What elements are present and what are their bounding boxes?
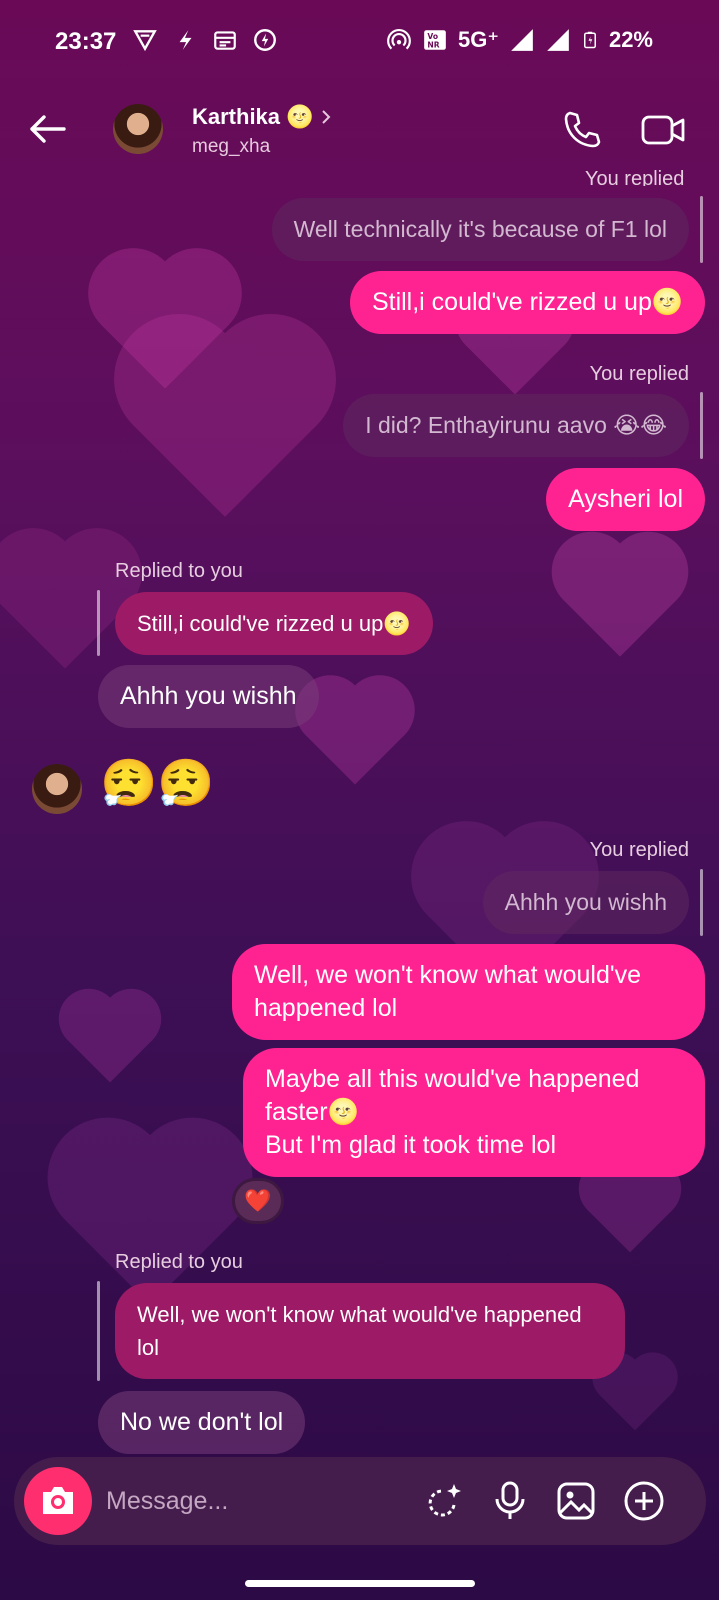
outgoing-message[interactable]: Aysheri lol — [546, 468, 705, 531]
network-type: 5G⁺ — [457, 27, 499, 52]
quoted-message[interactable]: I did? Enthayirunu aavo 😭😂 — [343, 394, 689, 457]
message-composer — [14, 1457, 706, 1545]
signal-icon — [511, 29, 533, 51]
quoted-message[interactable]: Still,i could've rizzed u up🌝 — [115, 592, 433, 655]
flash-app-icon — [179, 30, 192, 50]
outgoing-message[interactable]: Still,i could've rizzed u up🌝 — [349, 271, 705, 334]
incoming-message[interactable]: No we don't lol — [98, 1391, 306, 1454]
svg-text:NR: NR — [427, 41, 439, 50]
quote-bar — [700, 196, 703, 263]
signal-icon-2 — [547, 29, 569, 51]
back-arrow-icon[interactable] — [22, 104, 72, 154]
heart-reaction[interactable]: ❤️ — [232, 1178, 284, 1224]
camera-icon — [43, 1487, 73, 1514]
contact-name[interactable]: Karthika 🌝 — [192, 104, 333, 130]
message-line: But I'm glad it took time lol — [265, 1131, 557, 1159]
outgoing-message[interactable]: Well, we won't know what would've happen… — [232, 944, 705, 1040]
avatar[interactable] — [113, 104, 163, 154]
quoted-message[interactable]: Ahhh you wishh — [482, 871, 689, 934]
reply-label: You replied — [589, 363, 689, 385]
quote-bar — [97, 1281, 100, 1381]
message-input[interactable] — [106, 1479, 406, 1523]
reply-label: Replied to you — [115, 560, 243, 582]
gallery-icon[interactable] — [554, 1479, 598, 1523]
message-line: Maybe all this would've happened faster🌝 — [265, 1065, 640, 1126]
calendar-icon — [214, 31, 236, 50]
emoji-message[interactable]: 😮‍💨😮‍💨 — [100, 755, 215, 811]
quoted-message[interactable]: Well technically it's because of F1 lol — [271, 198, 689, 261]
quoted-message[interactable]: Well, we won't know what would've happen… — [115, 1283, 625, 1379]
charging-icon — [254, 29, 276, 51]
incoming-message[interactable]: Ahhh you wishh — [98, 665, 319, 728]
reply-label: You replied — [589, 839, 689, 861]
chevron-right-icon — [322, 110, 331, 124]
plus-icon[interactable] — [622, 1479, 666, 1523]
home-indicator[interactable] — [245, 1580, 475, 1587]
avatar[interactable] — [32, 764, 82, 814]
volte-icon: VoNR — [424, 30, 446, 50]
reply-label-partial: You replied — [585, 168, 685, 186]
heart-icon: ❤️ — [244, 1188, 272, 1213]
quote-bar — [700, 392, 703, 459]
hotspot-icon — [387, 29, 411, 50]
battery-percent: 22% — [608, 27, 653, 52]
microphone-icon[interactable] — [488, 1479, 532, 1523]
phone-icon[interactable] — [560, 108, 604, 152]
contact-username: meg_xha — [192, 136, 271, 157]
quote-bar — [700, 869, 703, 936]
svg-text:Vo: Vo — [427, 32, 438, 41]
camera-button[interactable] — [24, 1467, 92, 1535]
sticker-sparkle-icon[interactable] — [422, 1479, 466, 1523]
quote-bar — [97, 590, 100, 656]
chat-header: Karthika 🌝 meg_xha — [0, 90, 719, 170]
battery-icon — [583, 31, 596, 49]
status-bar: 23:37 Vo NR 5G⁺ 22% — [0, 0, 719, 84]
vpn-icon — [133, 30, 157, 52]
outgoing-message[interactable]: Maybe all this would've happened faster🌝… — [243, 1048, 705, 1177]
reply-label: Replied to you — [115, 1251, 243, 1273]
video-camera-icon[interactable] — [640, 108, 688, 152]
status-time: 23:37 — [55, 28, 117, 55]
